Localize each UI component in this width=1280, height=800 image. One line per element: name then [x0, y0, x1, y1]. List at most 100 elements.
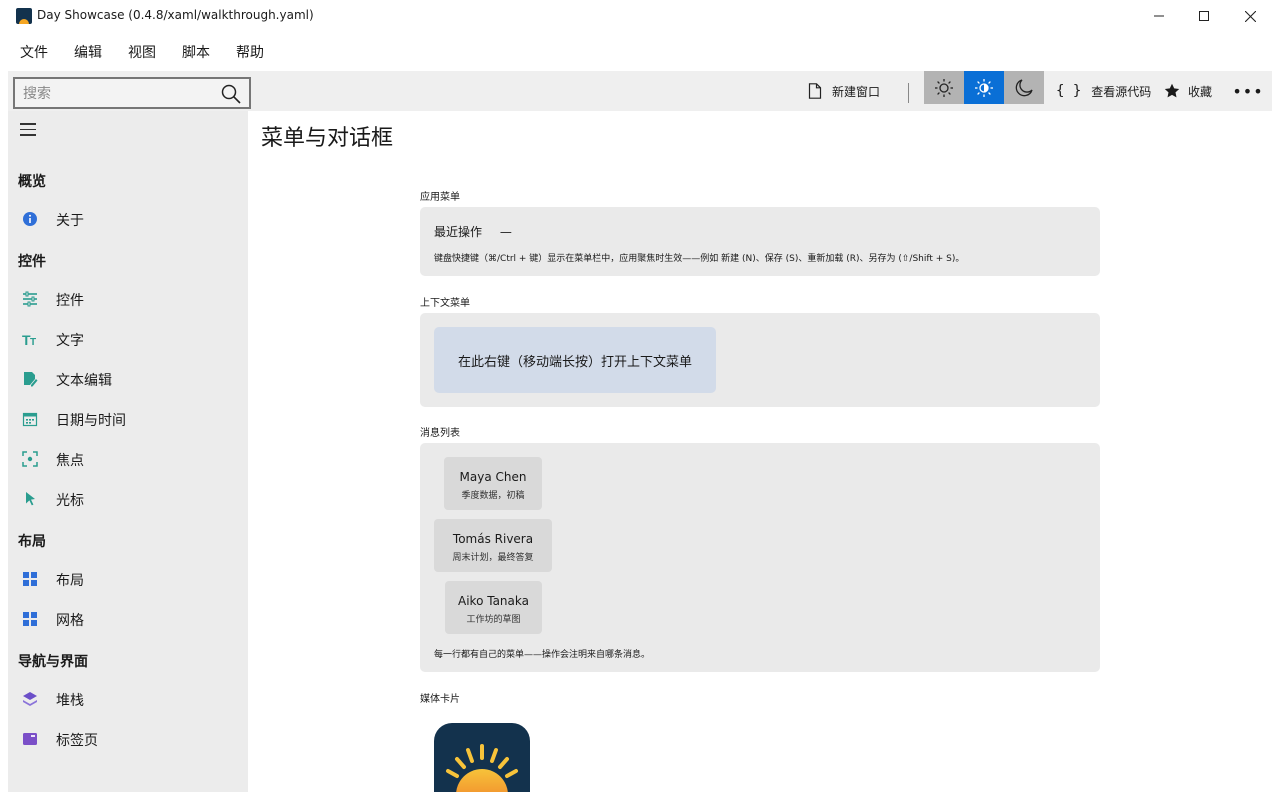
sun-icon [935, 78, 953, 97]
more-options-button[interactable]: ••• [1230, 71, 1266, 111]
close-button[interactable] [1227, 0, 1273, 32]
message-sender: Maya Chen [459, 470, 527, 484]
stack-icon [23, 692, 37, 706]
text-size-icon: T T [22, 332, 36, 347]
focus-icon [22, 451, 38, 467]
tabs-icon [23, 733, 37, 745]
sidebar-item-focus[interactable]: 焦点 [8, 439, 248, 479]
recent-action-row: 最近操作 — [434, 223, 512, 240]
sliders-icon [23, 291, 37, 307]
braces-icon: { } [1056, 83, 1082, 99]
favorite-button[interactable]: 收藏 [1164, 71, 1212, 111]
menu-help[interactable]: 帮助 [222, 36, 276, 66]
light-theme-button[interactable] [924, 71, 964, 104]
section-controls: 控件 [18, 254, 46, 270]
context-menu-target[interactable]: 在此右键（移动端长按）打开上下文菜单 [434, 327, 716, 393]
recent-action-value: — [499, 225, 512, 239]
sidebar-item-controls[interactable]: 控件 [8, 279, 248, 319]
sidebar-item-label: 关于 [56, 213, 84, 229]
minimize-button[interactable] [1136, 0, 1182, 32]
sidebar-item-label: 日期与时间 [56, 413, 126, 429]
new-window-button[interactable]: 新建窗口 [808, 71, 880, 111]
list-item[interactable]: Tomás Rivera 周末计划，最终答复 [434, 519, 552, 572]
search-box [13, 77, 251, 109]
media-card-caption: 媒体卡片 [420, 694, 460, 705]
menu-edit[interactable]: 编辑 [60, 36, 114, 66]
toolbar: 新建窗口 { } [8, 71, 1272, 111]
svg-text:T: T [30, 337, 36, 347]
section-layout: 布局 [18, 534, 46, 550]
auto-theme-button[interactable] [964, 71, 1004, 104]
recent-action-label: 最近操作 [434, 225, 483, 239]
half-sun-icon [975, 78, 993, 97]
menu-file[interactable]: 文件 [0, 36, 60, 66]
sidebar-item-date-time[interactable]: 日期与时间 [8, 399, 248, 439]
context-menu-card: 在此右键（移动端长按）打开上下文菜单 [420, 313, 1100, 407]
sidebar-item-grid[interactable]: 网格 [8, 599, 248, 639]
message-sender: Aiko Tanaka [458, 594, 529, 608]
window-title: Day Showcase (0.4.8/xaml/walkthrough.yam… [37, 8, 314, 22]
menu-view[interactable]: 视图 [114, 36, 168, 66]
sidebar-item-label: 文本编辑 [56, 373, 112, 389]
sidebar-item-tabs[interactable]: 标签页 [8, 719, 248, 759]
sidebar-item-text[interactable]: T T 文字 [8, 319, 248, 359]
moon-icon [1015, 78, 1033, 96]
calendar-icon [22, 412, 38, 427]
app-logo-icon [16, 8, 32, 24]
sidebar-item-text-editing[interactable]: 文本编辑 [8, 359, 248, 399]
sidebar-item-label: 网格 [56, 613, 84, 629]
section-navigation: 导航与界面 [18, 654, 88, 670]
favorite-label: 收藏 [1188, 84, 1213, 99]
sidebar-item-label: 焦点 [56, 453, 84, 469]
sidebar-item-label: 文字 [56, 333, 84, 349]
title-bar: Day Showcase (0.4.8/xaml/walkthrough.yam… [0, 0, 1280, 32]
message-preview: 周末计划，最终答复 [452, 553, 534, 563]
minimize-icon [1154, 15, 1164, 17]
sidebar-item-label: 控件 [56, 293, 84, 309]
app-menu-card: 最近操作 — 键盘快捷键（⌘/Ctrl + 键）显示在菜单栏中，应用聚焦时生效—… [420, 207, 1100, 276]
dark-theme-button[interactable] [1004, 71, 1044, 104]
message-list-note: 每一行都有自己的菜单——操作会注明来自哪条消息。 [434, 650, 651, 660]
message-preview: 工作坊的草图 [466, 615, 521, 625]
section-overview: 概览 [18, 174, 46, 190]
sidebar-item-cursor[interactable]: 光标 [8, 479, 248, 519]
message-preview: 季度数据，初稿 [461, 491, 525, 501]
page-title: 菜单与对话框 [261, 126, 394, 151]
edit-document-icon [24, 372, 38, 387]
view-source-button[interactable]: { } 查看源代码 [1056, 71, 1151, 111]
new-document-icon [808, 83, 822, 99]
shortcut-hint: 键盘快捷键（⌘/Ctrl + 键）显示在菜单栏中，应用聚焦时生效——例如 新建 … [434, 254, 965, 264]
toolbar-divider [908, 83, 909, 103]
sidebar-item-label: 堆栈 [56, 693, 84, 709]
maximize-icon [1199, 11, 1209, 21]
menu-bar: 文件 编辑 视图 脚本 帮助 [0, 36, 276, 66]
list-item[interactable]: Aiko Tanaka 工作坊的草图 [445, 581, 542, 634]
star-icon [1164, 83, 1180, 98]
media-card[interactable] [434, 723, 530, 792]
view-source-label: 查看源代码 [1091, 84, 1152, 99]
new-window-label: 新建窗口 [832, 84, 881, 99]
context-menu-caption: 上下文菜单 [420, 298, 470, 309]
close-icon [1244, 10, 1256, 22]
message-list-caption: 消息列表 [420, 428, 460, 439]
hamburger-menu-icon[interactable] [20, 123, 36, 137]
sidebar: 概览 关于 控件 控件 T T 文字 文本编辑 日期与时间 焦点 光标 布局 布… [8, 111, 248, 792]
sidebar-item-stack[interactable]: 堆栈 [8, 679, 248, 719]
info-icon [23, 212, 37, 226]
sunrise-artwork-icon [446, 744, 518, 792]
sidebar-item-layout[interactable]: 布局 [8, 559, 248, 599]
app-menu-caption: 应用菜单 [420, 192, 460, 203]
sidebar-item-about[interactable]: 关于 [8, 199, 248, 239]
sidebar-item-label: 布局 [56, 573, 84, 589]
message-list-card: Maya Chen 季度数据，初稿 Tomás Rivera 周末计划，最终答复… [420, 443, 1100, 672]
cursor-icon [26, 492, 35, 506]
maximize-button[interactable] [1181, 0, 1227, 32]
menu-script[interactable]: 脚本 [168, 36, 222, 66]
layout-grid-icon [23, 572, 37, 586]
list-item[interactable]: Maya Chen 季度数据，初稿 [444, 457, 542, 510]
search-icon[interactable] [221, 84, 241, 104]
sidebar-item-label: 标签页 [56, 733, 98, 749]
search-input[interactable] [23, 83, 213, 105]
grid-icon [23, 612, 37, 626]
message-sender: Tomás Rivera [452, 532, 534, 546]
